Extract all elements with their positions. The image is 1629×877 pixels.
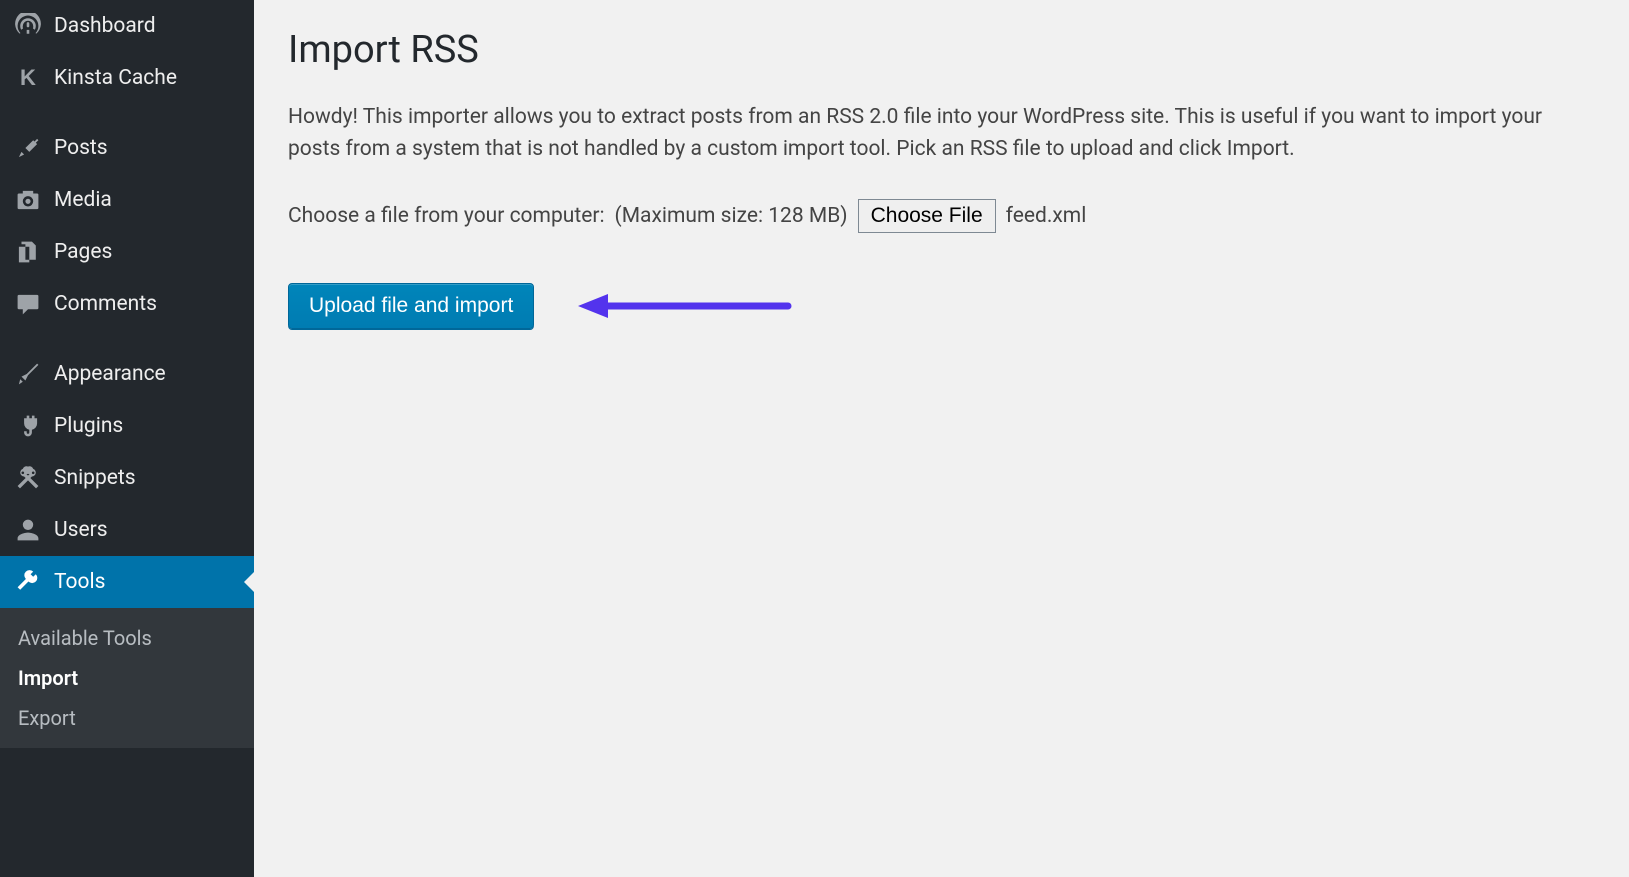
- sidebar-item-pages[interactable]: Pages: [0, 226, 254, 278]
- page-title: Import RSS: [288, 28, 1595, 72]
- submit-row: Upload file and import: [288, 283, 1595, 329]
- comment-icon: [14, 290, 42, 318]
- plug-icon: [14, 412, 42, 440]
- arrow-annotation-icon: [578, 291, 798, 325]
- admin-sidebar: Dashboard K Kinsta Cache Posts Media Pag…: [0, 0, 254, 877]
- sidebar-item-users[interactable]: Users: [0, 504, 254, 556]
- selected-file-name: feed.xml: [1006, 204, 1087, 228]
- upload-import-button[interactable]: Upload file and import: [288, 283, 534, 329]
- pin-icon: [14, 134, 42, 162]
- camera-icon: [14, 186, 42, 214]
- sidebar-item-snippets[interactable]: Snippets: [0, 452, 254, 504]
- wrench-icon: [14, 568, 42, 596]
- sidebar-item-label: Media: [54, 188, 112, 212]
- user-icon: [14, 516, 42, 544]
- import-description: Howdy! This importer allows you to extra…: [288, 102, 1548, 165]
- choose-file-label: Choose a file from your computer:: [288, 204, 605, 228]
- sidebar-item-label: Posts: [54, 136, 108, 160]
- sidebar-item-label: Dashboard: [54, 14, 156, 38]
- brush-icon: [14, 360, 42, 388]
- sidebar-item-tools[interactable]: Tools: [0, 556, 254, 608]
- sidebar-item-appearance[interactable]: Appearance: [0, 348, 254, 400]
- sidebar-item-label: Appearance: [54, 362, 166, 386]
- k-letter-icon: K: [14, 64, 42, 92]
- sidebar-item-kinsta-cache[interactable]: K Kinsta Cache: [0, 52, 254, 104]
- sidebar-submenu: Available Tools Import Export: [0, 608, 254, 748]
- scissors-icon: [14, 464, 42, 492]
- sidebar-item-label: Comments: [54, 292, 157, 316]
- sidebar-item-plugins[interactable]: Plugins: [0, 400, 254, 452]
- submenu-item-export[interactable]: Export: [0, 698, 254, 738]
- sidebar-item-label: Plugins: [54, 414, 123, 438]
- sidebar-item-posts[interactable]: Posts: [0, 122, 254, 174]
- pages-icon: [14, 238, 42, 266]
- sidebar-item-comments[interactable]: Comments: [0, 278, 254, 330]
- sidebar-item-label: Snippets: [54, 466, 136, 490]
- file-chooser-row: Choose a file from your computer: (Maxim…: [288, 199, 1595, 233]
- sidebar-item-label: Kinsta Cache: [54, 66, 177, 90]
- main-content: Import RSS Howdy! This importer allows y…: [254, 0, 1629, 877]
- sidebar-item-label: Users: [54, 518, 108, 542]
- sidebar-separator: [0, 330, 254, 348]
- choose-file-button[interactable]: Choose File: [858, 199, 996, 233]
- sidebar-item-label: Pages: [54, 240, 112, 264]
- gauge-icon: [14, 12, 42, 40]
- sidebar-item-label: Tools: [54, 570, 105, 594]
- max-size-label: (Maximum size: 128 MB): [615, 204, 848, 228]
- submenu-item-available-tools[interactable]: Available Tools: [0, 618, 254, 658]
- sidebar-item-dashboard[interactable]: Dashboard: [0, 0, 254, 52]
- submenu-item-import[interactable]: Import: [0, 658, 254, 698]
- sidebar-item-media[interactable]: Media: [0, 174, 254, 226]
- sidebar-separator: [0, 104, 254, 122]
